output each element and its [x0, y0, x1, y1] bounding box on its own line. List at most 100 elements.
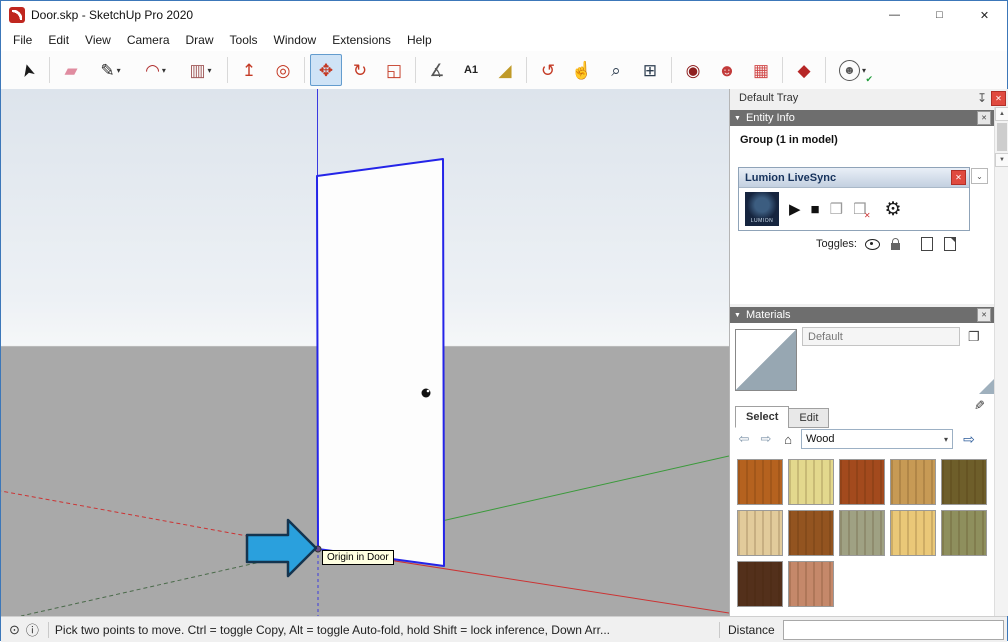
toggle-lock-button[interactable]	[887, 235, 905, 253]
dropdown-arrow-icon[interactable]: ▾	[862, 66, 866, 75]
paint-bucket-tool[interactable]: ◢ ▾	[489, 54, 521, 86]
door-group[interactable]	[316, 158, 445, 567]
menu-item[interactable]: View	[77, 30, 119, 50]
secondary-pane-icon[interactable]: ❐	[968, 329, 980, 345]
toolbar-button[interactable]: ▾	[671, 57, 672, 83]
wood-dark-olive[interactable]	[941, 459, 987, 505]
arc-tool[interactable]: ◠ ▾	[134, 54, 177, 86]
tape-measure-tool[interactable]: ∡ ▾	[421, 54, 453, 86]
account-button[interactable]: ☻ ▾	[831, 54, 874, 86]
menu-item[interactable]: Camera	[119, 30, 178, 50]
materials-header[interactable]: ▼ Materials ✕	[730, 307, 995, 323]
menu-item[interactable]: Extensions	[324, 30, 399, 50]
panel-chevron-button[interactable]: ⌄	[971, 168, 988, 184]
toggles-row: Toggles:	[816, 235, 959, 253]
toolbar-button[interactable]: ▾	[49, 57, 50, 83]
lumion-settings-gear-icon[interactable]: ⚙	[885, 198, 902, 221]
text-tool[interactable]: A1 ▾	[455, 54, 487, 86]
rotate-tool[interactable]: ↻ ▾	[344, 54, 376, 86]
wood-light-maple[interactable]	[788, 459, 834, 505]
wood-oak-boards[interactable]	[890, 459, 936, 505]
zoom-tool[interactable]: ⌕ ▾	[600, 54, 632, 86]
line-tool[interactable]: ✎ ▾	[89, 54, 132, 86]
lumion-close-button[interactable]: ✕	[951, 170, 966, 185]
pan-tool[interactable]: ☝ ▾	[566, 54, 598, 86]
materials-close-button[interactable]: ✕	[977, 308, 991, 322]
menu-item[interactable]: Window	[266, 30, 325, 50]
select-tool[interactable]: ➤ ▾	[12, 54, 44, 86]
wood-bamboo-light[interactable]	[890, 510, 936, 556]
info-icon[interactable]: ⓘ	[26, 620, 39, 639]
wood-parquet-light[interactable]	[737, 510, 783, 556]
minimize-button[interactable]: —	[872, 1, 917, 29]
toolbar-button[interactable]: ▾	[526, 57, 527, 83]
entity-info-close-button[interactable]: ✕	[977, 111, 991, 125]
zoom-extents-tool[interactable]: ⊞ ▾	[634, 54, 666, 86]
menu-item[interactable]: Draw	[178, 30, 222, 50]
material-name-field[interactable]: Default	[802, 327, 960, 346]
back-arrow-icon[interactable]: ⇦	[735, 430, 753, 448]
lumion-play-button[interactable]: ▶	[789, 200, 801, 218]
toggle-tags-button[interactable]	[918, 235, 936, 253]
dropdown-arrow-icon[interactable]: ▾	[117, 66, 121, 75]
toolbar-button[interactable]: ▾	[415, 57, 416, 83]
dropdown-arrow-icon[interactable]: ▾	[208, 66, 212, 75]
collapse-icon[interactable]: ▼	[734, 115, 741, 122]
offset-tool[interactable]: ◎ ▾	[267, 54, 299, 86]
model-viewport[interactable]: Origin in Door	[1, 89, 729, 616]
scroll-down-button[interactable]: ▼	[995, 153, 1008, 167]
tool-icon: ↻	[352, 60, 368, 80]
toolbar-button[interactable]: ▾	[304, 57, 305, 83]
extension-button-1[interactable]: ◉ ▾	[677, 54, 709, 86]
close-button[interactable]: ✕	[962, 1, 1007, 29]
wood-cherry[interactable]	[737, 459, 783, 505]
materials-tab[interactable]: Edit	[788, 408, 830, 428]
wood-herringbone[interactable]	[788, 510, 834, 556]
geolocation-icon[interactable]: ⊙	[9, 622, 20, 638]
extension-button-2[interactable]: ☻ ▾	[711, 54, 743, 86]
pin-icon[interactable]: ↧	[977, 91, 987, 105]
toggle-visibility-button[interactable]	[864, 235, 882, 253]
wood-walnut-dark[interactable]	[737, 561, 783, 607]
sample-paint-icon[interactable]: ✎	[970, 400, 986, 411]
menu-item[interactable]: Help	[399, 30, 440, 50]
lumion-stop-button[interactable]: ■	[811, 201, 820, 218]
wood-moss[interactable]	[941, 510, 987, 556]
extension-button-3[interactable]: ▦ ▾	[745, 54, 777, 86]
scale-tool[interactable]: ◱ ▾	[378, 54, 410, 86]
toolbar-button[interactable]: ▾	[782, 57, 783, 83]
tray-scrollbar[interactable]: ▲ ▼	[994, 107, 1008, 616]
details-arrow-icon[interactable]: ⇨	[959, 430, 979, 448]
move-tool[interactable]: ✥ ▾	[310, 54, 342, 86]
toggle-components-button[interactable]	[941, 235, 959, 253]
toolbar-button[interactable]: ▾	[227, 57, 228, 83]
orbit-tool[interactable]: ↺ ▾	[532, 54, 564, 86]
wood-driftwood-gray[interactable]	[839, 510, 885, 556]
wood-mahogany[interactable]	[839, 459, 885, 505]
in-model-home-icon[interactable]: ⌂	[779, 430, 797, 448]
forward-arrow-icon[interactable]: ⇨	[757, 430, 775, 448]
wood-rosewood-salmon[interactable]	[788, 561, 834, 607]
menu-item[interactable]: Edit	[40, 30, 77, 50]
scroll-up-button[interactable]: ▲	[995, 107, 1008, 121]
measurement-label: Distance	[728, 622, 775, 637]
tray-close-button[interactable]: ✕	[991, 90, 1006, 106]
materials-collection-dropdown[interactable]: Wood ▾	[801, 429, 953, 449]
maximize-button[interactable]: □	[917, 1, 962, 29]
collapse-icon[interactable]: ▼	[734, 312, 741, 319]
lumion-stop-sync-button[interactable]: ❒ ✕	[853, 200, 870, 220]
measurement-input[interactable]	[782, 619, 1004, 640]
toolbar-button[interactable]: ▾	[825, 57, 826, 83]
lumion-sync-button[interactable]: ❒	[830, 200, 843, 218]
menu-item[interactable]: Tools	[222, 30, 266, 50]
shapes-tool[interactable]: ▥ ▾	[179, 54, 222, 86]
extension-button-4[interactable]: ◆ ▾	[788, 54, 820, 86]
scroll-thumb[interactable]	[997, 123, 1007, 151]
dropdown-arrow-icon[interactable]: ▾	[162, 66, 166, 75]
menu-item[interactable]: File	[5, 30, 40, 50]
pushpull-tool[interactable]: ↥ ▾	[233, 54, 265, 86]
tray-title: Default Tray	[739, 92, 799, 104]
eraser-tool[interactable]: ▰ ▾	[55, 54, 87, 86]
entity-info-header[interactable]: ▼ Entity Info ✕	[730, 110, 995, 126]
materials-tab[interactable]: Select	[735, 406, 790, 428]
